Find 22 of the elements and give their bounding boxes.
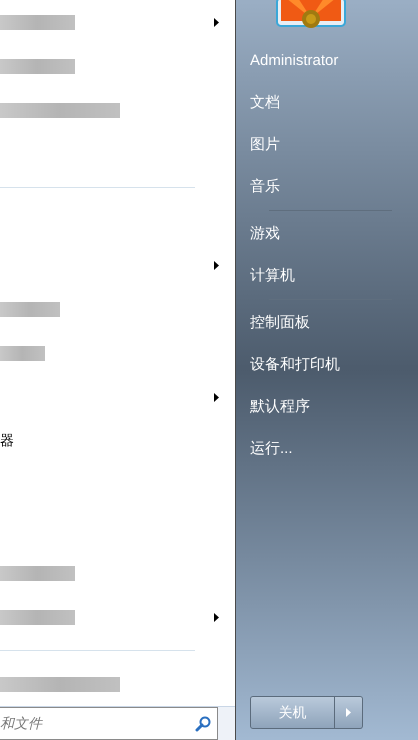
blurred-label — [0, 346, 45, 360]
submenu-arrow-icon — [214, 260, 219, 270]
place-link[interactable]: Administrator — [250, 50, 338, 72]
search-field[interactable]: 和文件 — [0, 707, 218, 740]
program-label: 器 — [0, 432, 14, 448]
shutdown-options-button[interactable] — [335, 696, 363, 729]
place-link[interactable]: 文档 — [250, 92, 280, 114]
blurred-label — [0, 302, 60, 316]
search-icon — [195, 716, 211, 732]
place-link[interactable]: 运行... — [250, 438, 293, 460]
place-link[interactable]: 音乐 — [250, 176, 280, 198]
place-link[interactable]: 游戏 — [250, 222, 280, 246]
place-link[interactable]: 控制面板 — [250, 312, 310, 334]
caret-icon — [346, 708, 351, 717]
search-input[interactable]: 和文件 — [0, 713, 195, 734]
place-link[interactable]: 设备和打印机 — [250, 354, 340, 376]
submenu-arrow-icon — [214, 612, 219, 622]
submenu-arrow-icon — [214, 18, 219, 26]
place-link[interactable]: 默认程序 — [250, 396, 310, 418]
place-link[interactable]: 计算机 — [250, 264, 295, 288]
submenu-arrow-icon — [214, 392, 219, 402]
place-link[interactable]: 图片 — [250, 134, 280, 156]
